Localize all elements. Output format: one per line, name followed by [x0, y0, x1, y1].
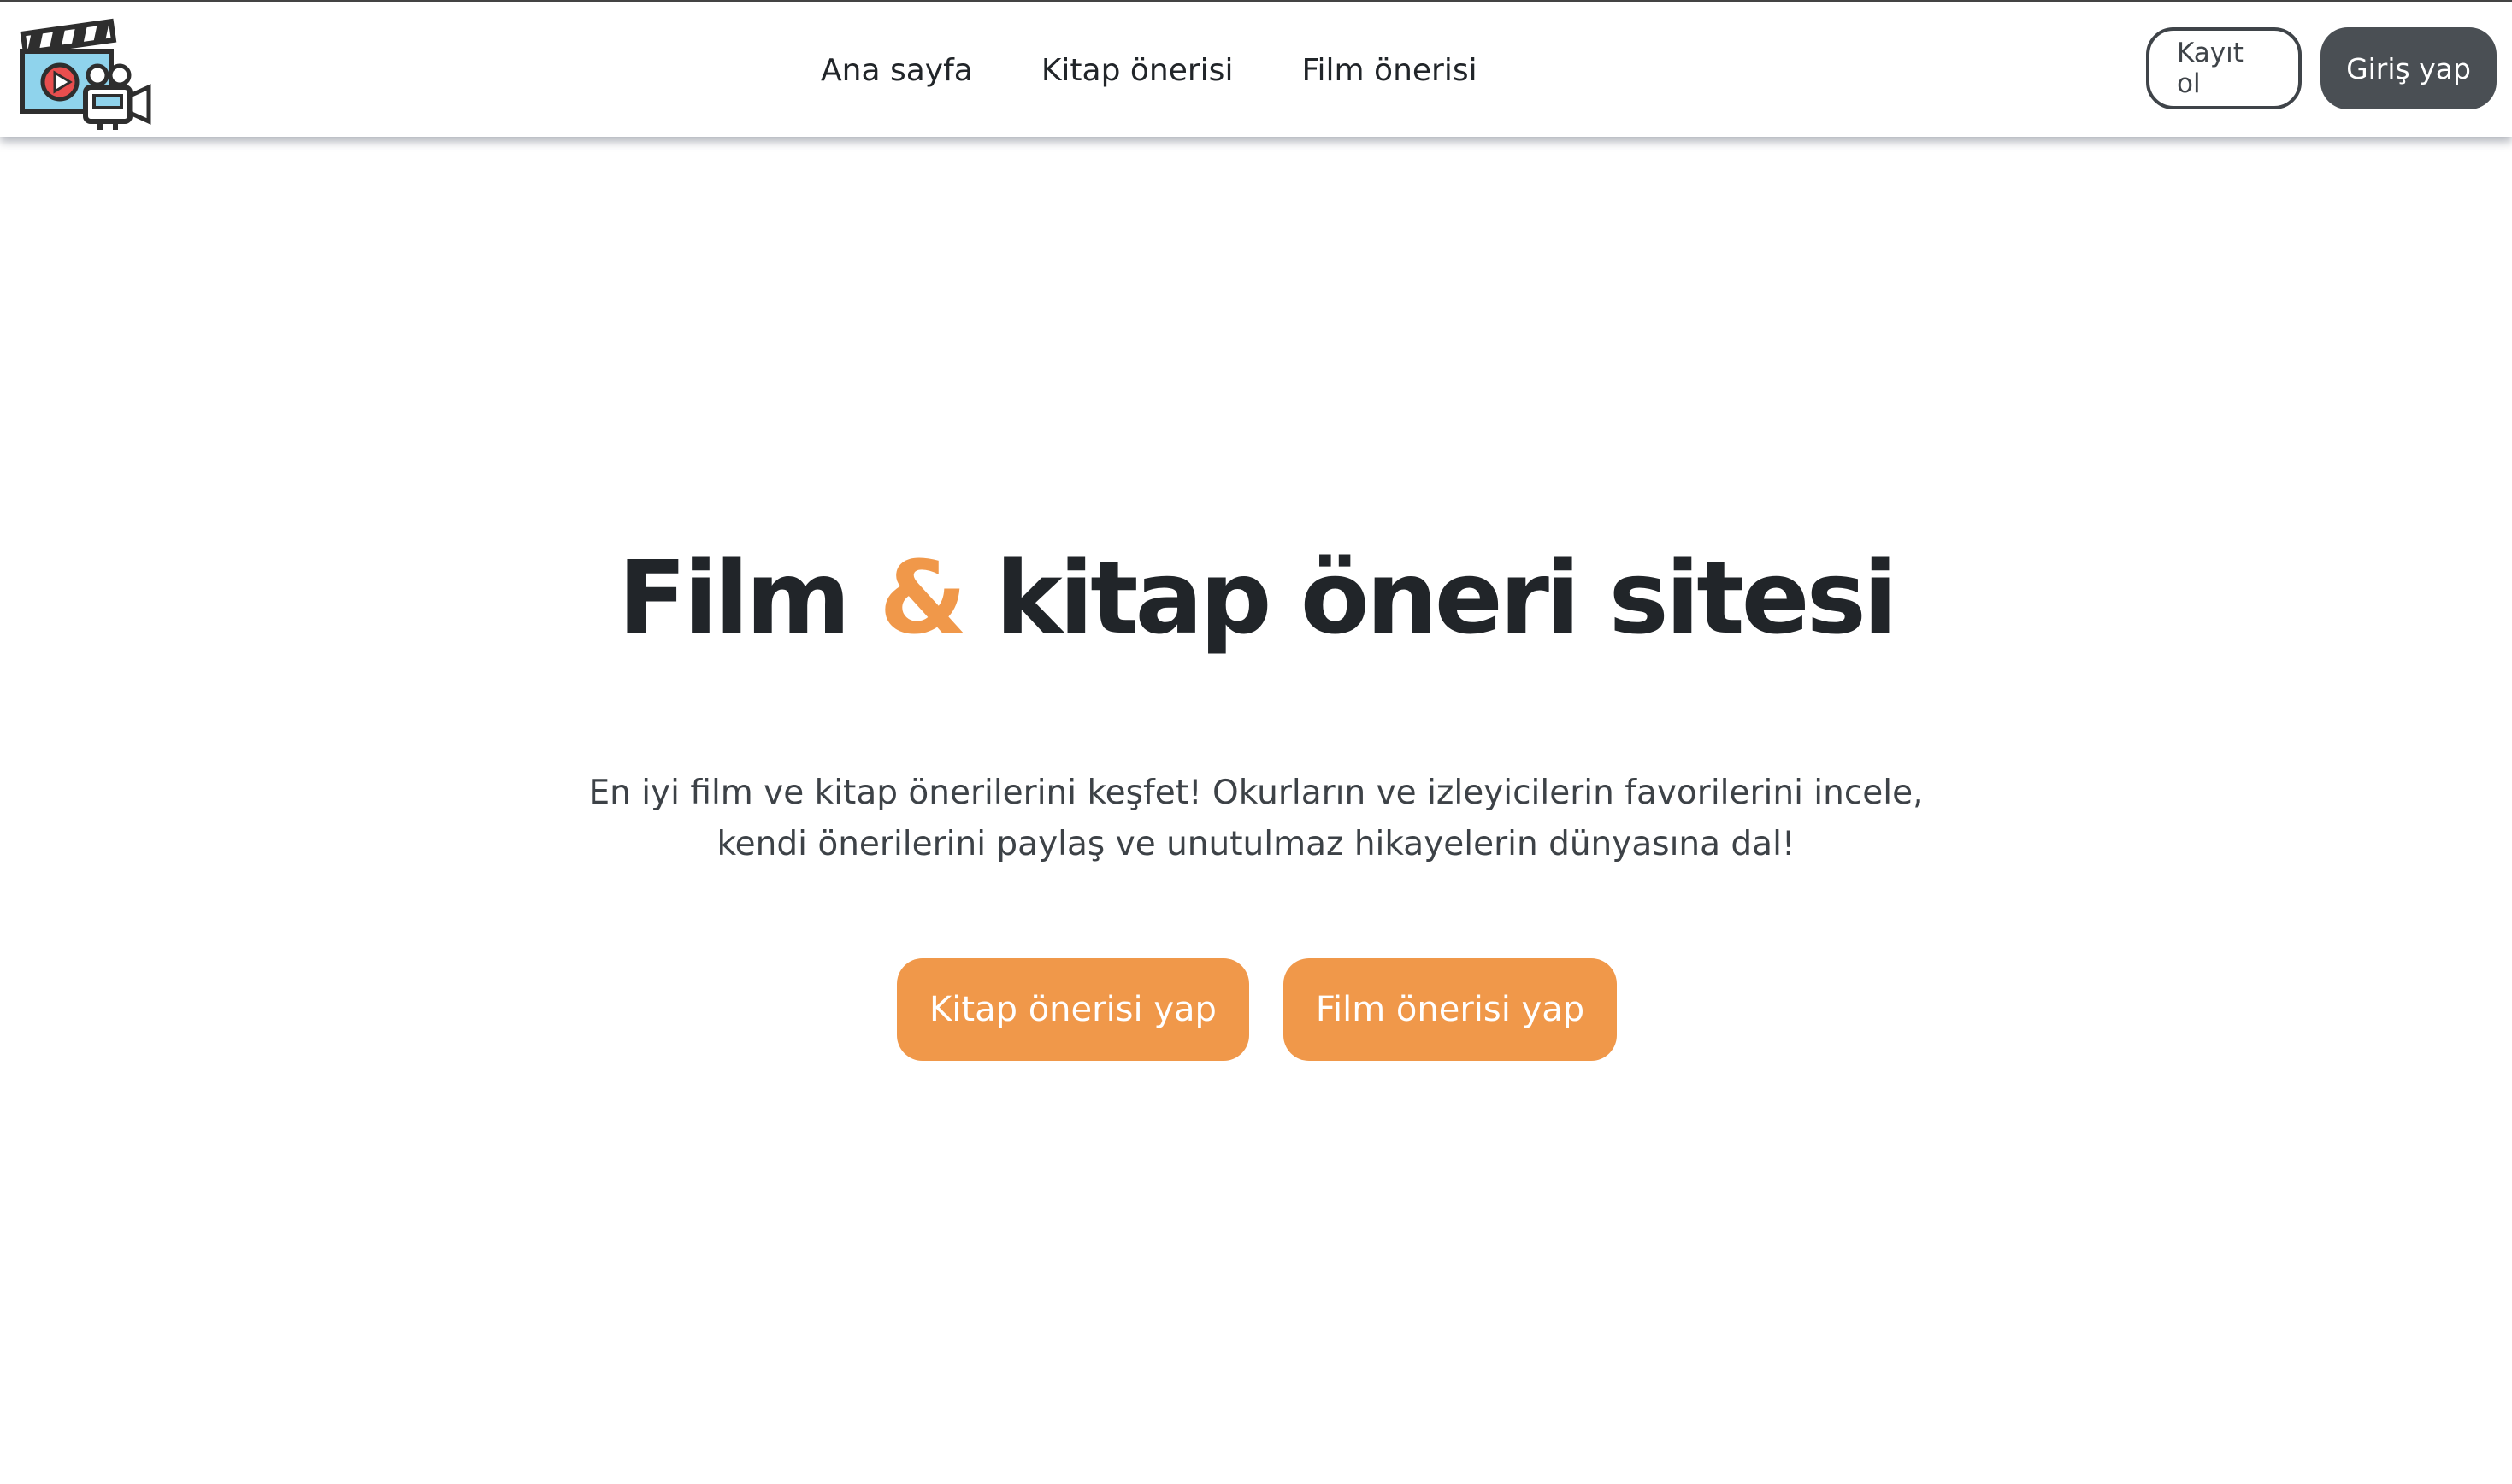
- hero-description: En iyi film ve kitap önerilerini keşfet!…: [0, 768, 2512, 870]
- nav-link-book-suggestion[interactable]: Kitap önerisi: [1041, 53, 1234, 88]
- suggest-book-button[interactable]: Kitap önerisi yap: [897, 958, 1249, 1061]
- nav-link-home[interactable]: Ana sayfa: [821, 53, 973, 88]
- logo[interactable]: [19, 12, 156, 132]
- description-line-2: kendi önerilerini paylaş ve unutulmaz hi…: [716, 825, 1796, 863]
- cta-row: Kitap önerisi yap Film önerisi yap: [897, 958, 1617, 1061]
- nav-link-film-suggestion[interactable]: Film önerisi: [1301, 53, 1477, 88]
- title-rest: kitap öneri sitesi: [995, 539, 1897, 657]
- clapperboard-camera-icon: [20, 18, 151, 130]
- title-ampersand: &: [879, 539, 967, 657]
- title-film: Film: [617, 539, 851, 657]
- page-title: Film & kitap öneri sitesi: [0, 547, 2512, 648]
- description-line-1: En iyi film ve kitap önerilerini keşfet!…: [588, 774, 1924, 812]
- nav-links: Ana sayfa Kitap önerisi Film önerisi: [821, 2, 1477, 138]
- suggest-film-button[interactable]: Film önerisi yap: [1283, 958, 1617, 1061]
- login-button[interactable]: Giriş yap: [2320, 27, 2497, 109]
- auth-buttons: Kayıt ol Giriş yap: [2146, 27, 2497, 109]
- register-button[interactable]: Kayıt ol: [2146, 27, 2302, 109]
- navbar: Ana sayfa Kitap önerisi Film önerisi Kay…: [0, 0, 2512, 137]
